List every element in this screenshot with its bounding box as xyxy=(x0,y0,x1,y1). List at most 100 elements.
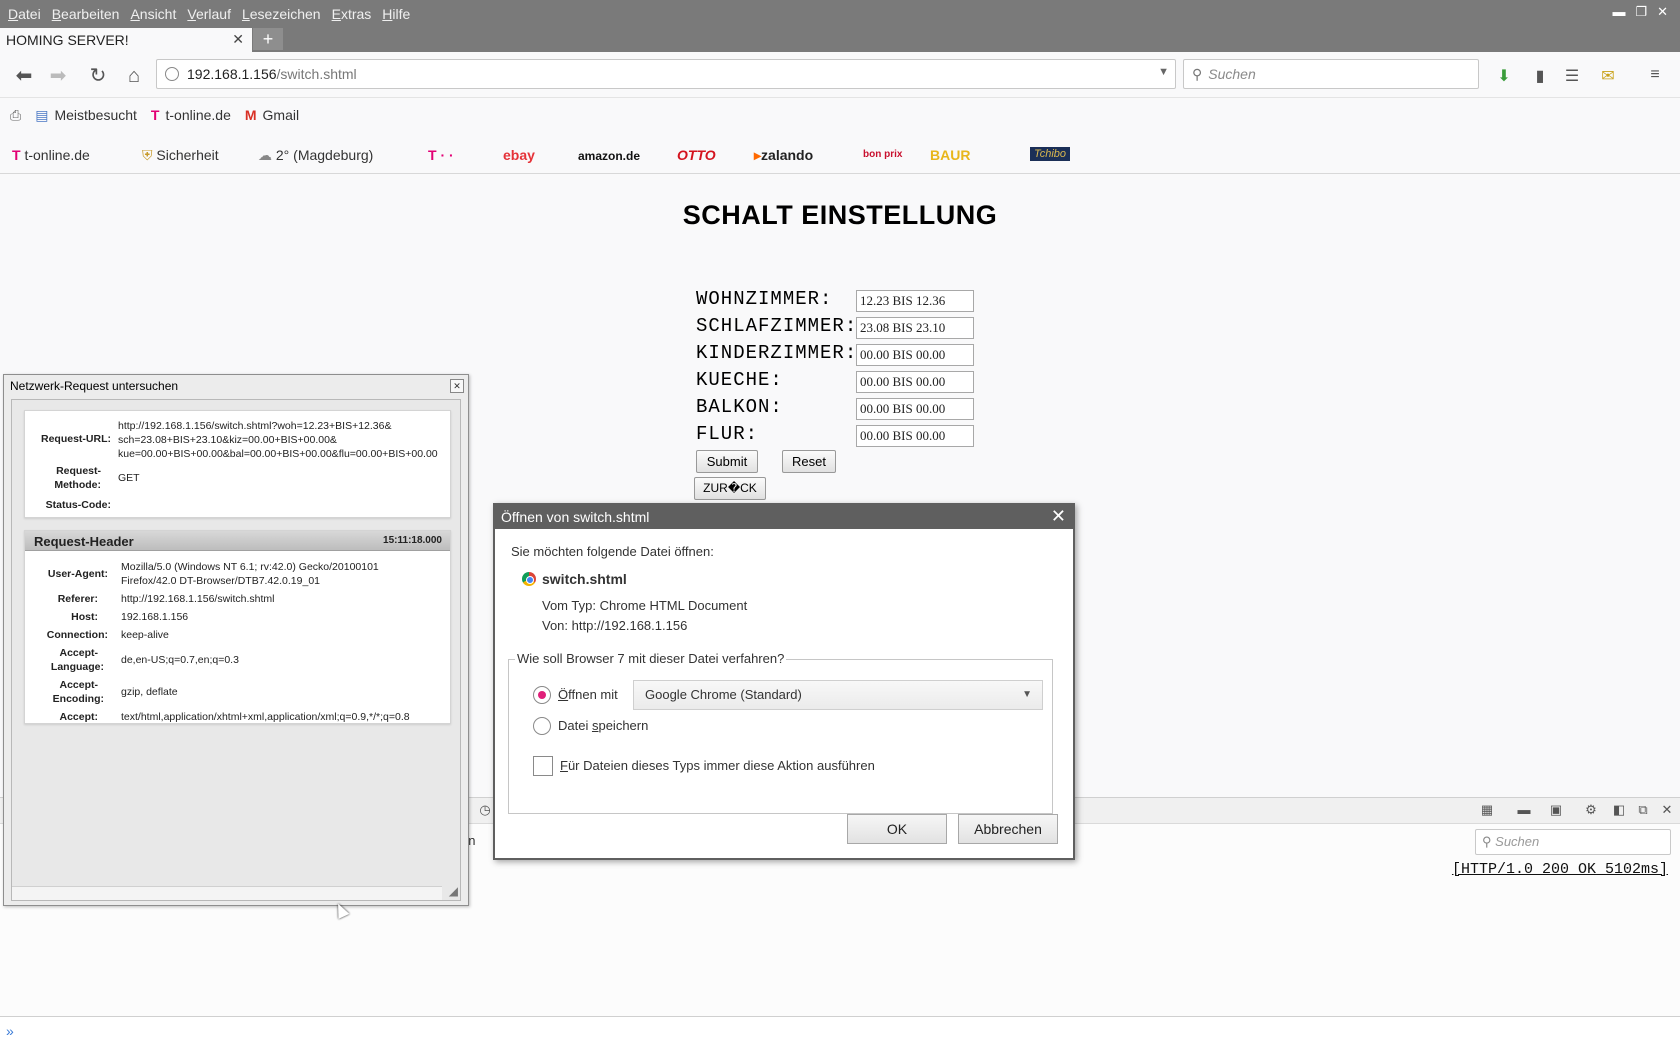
open-with-radio[interactable] xyxy=(533,686,551,704)
save-file-radio[interactable] xyxy=(533,717,551,735)
schlafzimmer-input[interactable]: 23.08 BIS 23.10 xyxy=(856,317,974,339)
back-button[interactable]: ZUR�CK xyxy=(694,477,766,500)
bookmark-meistbesucht[interactable]: ▤ Meistbesucht xyxy=(35,107,137,124)
accept-value: text/html,application/xhtml+xml,applicat… xyxy=(121,711,410,723)
brand-tonline[interactable]: T t-online.de xyxy=(12,147,90,163)
open-with-label[interactable]: Öffnen mit xyxy=(558,687,618,702)
minimize-icon[interactable]: ▬ xyxy=(1612,4,1625,20)
action-fieldset: Wie soll Browser 7 mit dieser Datei verf… xyxy=(508,651,1053,814)
submit-button[interactable]: Submit xyxy=(696,450,758,473)
connection-value: keep-alive xyxy=(121,629,169,641)
undock-icon[interactable]: ⧉ xyxy=(1634,802,1652,820)
accept-encoding-label-2: Encoding: xyxy=(52,693,104,705)
search-input[interactable]: ⚲ Suchen xyxy=(1183,59,1479,89)
menubar: Datei Bearbeiten Ansicht Verlauf Lesezei… xyxy=(0,0,1680,28)
library-icon[interactable]: ☰ xyxy=(1562,66,1582,86)
search-icon: ⚲ xyxy=(1482,834,1492,849)
back-icon[interactable]: ⬅ xyxy=(12,64,36,88)
url-bar[interactable]: 192.168.1.156/switch.shtml ▼ xyxy=(156,59,1176,89)
accept-encoding-value: gzip, deflate xyxy=(121,686,178,698)
brand-amazon[interactable]: amazon.de xyxy=(578,149,640,163)
menu-datei[interactable]: Datei xyxy=(8,6,41,22)
menu-lesezeichen[interactable]: Lesezeichen xyxy=(242,6,321,22)
menu-hilfe[interactable]: Hilfe xyxy=(382,6,410,22)
print-icon[interactable]: ⎙ xyxy=(10,107,21,124)
settings-icon[interactable]: ⚙ xyxy=(1582,802,1600,820)
ok-button[interactable]: OK xyxy=(847,814,947,844)
site-info-icon[interactable] xyxy=(165,67,179,81)
console-input[interactable]: » xyxy=(0,1016,1680,1050)
chrome-icon xyxy=(522,572,536,586)
row-label: KUECHE: xyxy=(696,369,783,391)
horizontal-scrollbar[interactable] xyxy=(12,886,442,900)
brand-tchibo[interactable]: Tchibo xyxy=(1030,147,1071,161)
close-icon[interactable]: ✕ xyxy=(450,379,464,393)
network-request-window: Netzwerk-Request untersuchen ✕ Request-U… xyxy=(3,374,469,906)
resize-grip-icon[interactable]: ◢ xyxy=(449,884,458,898)
download-icon[interactable]: ⬇ xyxy=(1494,66,1514,86)
application-select[interactable]: Google Chrome (Standard) ▼ xyxy=(633,680,1043,710)
window-controls: ▬ ❐ ✕ xyxy=(1612,4,1668,20)
menu-icon[interactable]: ≡ xyxy=(1645,66,1665,86)
tab-homing-server[interactable]: HOMING SERVER! ✕ xyxy=(0,28,252,52)
method-label-1: Request- xyxy=(56,465,101,477)
kinderzimmer-input[interactable]: 00.00 BIS 00.00 xyxy=(856,344,974,366)
http-status-link[interactable]: [HTTP/1.0 200 OK 5102ms] xyxy=(1452,861,1668,878)
always-do-label[interactable]: Für Dateien dieses Typs immer diese Akti… xyxy=(560,758,875,773)
bookmark-gmail[interactable]: M Gmail xyxy=(245,107,299,123)
request-header-title: Request-Header xyxy=(34,534,134,549)
reload-icon[interactable]: ↻ xyxy=(86,64,110,88)
notification-icon[interactable]: ✉ xyxy=(1598,66,1618,86)
tab-close-icon[interactable]: ✕ xyxy=(232,31,244,48)
timer-icon[interactable]: ◷ xyxy=(476,802,494,820)
forward-icon[interactable]: ➡ xyxy=(46,64,70,88)
search-placeholder: Suchen xyxy=(1208,66,1256,82)
brand-telekom[interactable]: T · · xyxy=(428,147,454,163)
always-do-checkbox[interactable] xyxy=(533,756,553,776)
layout-icon[interactable]: ▦ xyxy=(1478,802,1496,820)
bookmark-tonline[interactable]: Tt-online.de xyxy=(151,107,231,123)
brand-bonprix[interactable]: bon prix xyxy=(863,149,902,160)
menu-verlauf[interactable]: Verlauf xyxy=(187,6,231,22)
kueche-input[interactable]: 00.00 BIS 00.00 xyxy=(856,371,974,393)
home-icon[interactable]: ⌂ xyxy=(122,64,146,88)
close-icon[interactable]: ✕ xyxy=(1657,4,1668,20)
brand-ebay[interactable]: ebay xyxy=(503,147,535,163)
menu-bearbeiten[interactable]: Bearbeiten xyxy=(52,6,120,22)
method-value: GET xyxy=(118,472,140,484)
responsive-icon[interactable]: ▣ xyxy=(1547,802,1565,820)
devtools-close-icon[interactable]: ✕ xyxy=(1658,802,1676,820)
save-file-label[interactable]: Datei speichern xyxy=(558,718,648,733)
wohnzimmer-input[interactable]: 12.23 BIS 12.36 xyxy=(856,290,974,312)
dialog-close-icon[interactable]: ✕ xyxy=(1051,506,1066,527)
request-summary: Request-URL: http://192.168.1.156/switch… xyxy=(24,410,451,518)
menu-ansicht[interactable]: Ansicht xyxy=(130,6,176,22)
accept-language-label-2: Language: xyxy=(50,661,104,673)
cancel-button[interactable]: Abbrechen xyxy=(958,814,1058,844)
bookmark-icon[interactable]: ▮ xyxy=(1530,66,1550,86)
request-header-bar: Request-Header 15:11:18.000 xyxy=(25,531,450,551)
new-tab-button[interactable]: + xyxy=(253,28,283,50)
brand-otto[interactable]: OTTO xyxy=(677,147,716,163)
balkon-input[interactable]: 00.00 BIS 00.00 xyxy=(856,398,974,420)
url-dropdown-icon[interactable]: ▼ xyxy=(1158,66,1169,78)
request-header-time: 15:11:18.000 xyxy=(383,535,442,546)
brand-weather[interactable]: ☁ 2° (Magdeburg) xyxy=(258,147,373,164)
status-code-label: Status-Code: xyxy=(45,499,111,511)
row-label: BALKON: xyxy=(696,396,783,418)
maximize-icon[interactable]: ❐ xyxy=(1635,4,1647,20)
brand-zalando[interactable]: ▸zalando xyxy=(754,147,813,164)
bookmarks-toolbar: ⎙ ▤ Meistbesucht Tt-online.de M Gmail xyxy=(0,98,1680,132)
menu-extras[interactable]: Extras xyxy=(332,6,372,22)
brand-baur[interactable]: BAUR xyxy=(930,147,970,163)
user-agent-line-1: Mozilla/5.0 (Windows NT 6.1; rv:42.0) Ge… xyxy=(121,561,379,573)
dock-side-icon[interactable]: ◧ xyxy=(1610,802,1628,820)
devtools-search-input[interactable]: ⚲ Suchen xyxy=(1475,829,1671,855)
row-label: FLUR: xyxy=(696,423,759,445)
brand-sicherheit[interactable]: ⛨ Sicherheit xyxy=(142,147,219,164)
flur-input[interactable]: 00.00 BIS 00.00 xyxy=(856,425,974,447)
file-type-row: Vom Typ: Chrome HTML Document xyxy=(542,598,748,613)
screenshot-icon[interactable]: ▬ xyxy=(1515,802,1533,820)
reset-button[interactable]: Reset xyxy=(782,450,836,473)
accept-label: Accept: xyxy=(59,711,98,723)
